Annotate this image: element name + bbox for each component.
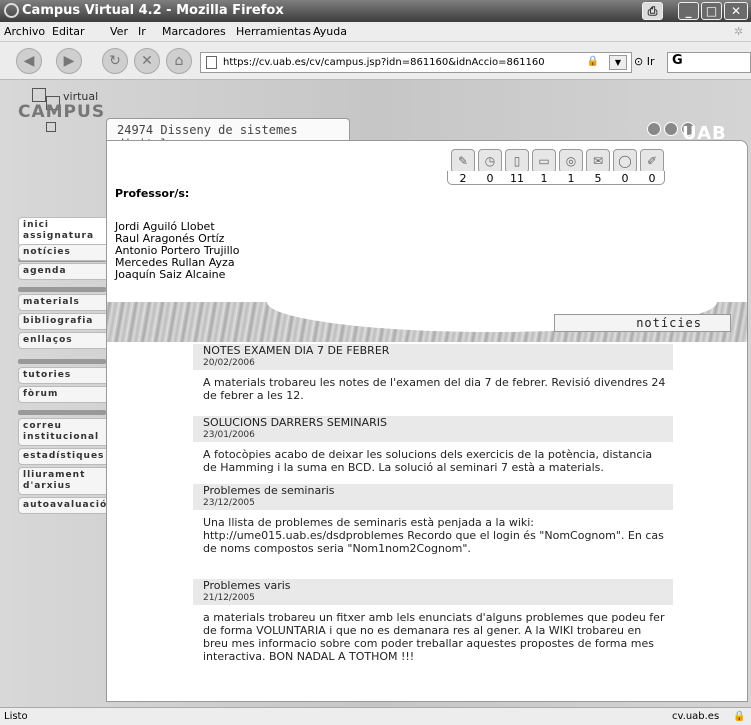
news-title[interactable]: Problemes de seminaris [193,484,673,497]
news-item: NOTES EXAMEN DIA 7 DE FEBRER 20/02/2006 … [193,344,673,405]
sidebar-separator [18,410,106,415]
search-engine-icon: G [672,53,683,68]
folder-icon[interactable]: ▭ [532,149,556,173]
clock-icon[interactable]: ◷ [478,149,502,173]
firefox-icon [4,3,19,18]
menu-marcadores[interactable]: Marcadores [162,25,226,38]
sidebar-item-materials[interactable]: materials [18,294,106,311]
counter-value: 0 [648,172,656,185]
menu-ayuda[interactable]: Ayuda [313,25,347,38]
pencil-icon[interactable]: ✐ [640,149,664,173]
throbber-icon: ✲ [734,25,744,38]
stop-button[interactable]: ✕ [134,48,160,74]
sidebar-item-estadistiques[interactable]: estadístiques [18,448,106,465]
news-date: 20/02/2006 [203,358,255,368]
news-title[interactable]: NOTES EXAMEN DIA 7 DE FEBRER [193,344,673,357]
page-icon[interactable]: ▯ [505,149,529,173]
sidebar-item-noticies[interactable]: notícies [18,244,106,261]
window-title: Campus Virtual 4.2 - Mozilla Firefox [22,3,284,18]
menu-bar: Archivo Editar Ver Ir Marcadores Herrami… [0,22,751,42]
counter-value: 2 [459,172,467,185]
menu-herramientas[interactable]: Herramientas [236,25,311,38]
sidebar-item-forum[interactable]: fòrum [18,386,106,403]
printer-icon[interactable]: ⎙ [642,2,663,20]
main-content: ✎ ◷ ▯ ▭ ◎ ✉ ◯ ✐ 2 0 11 1 1 5 0 0 Profess… [106,140,748,702]
power-icon[interactable] [664,122,678,136]
search-box[interactable]: G [667,52,751,73]
home-button[interactable]: ⌂ [166,48,192,74]
globe-icon[interactable]: ◎ [559,149,583,173]
sidebar-item-correu[interactable]: correu institucional [18,418,106,446]
lock-icon: 🔒 [586,56,599,67]
sidebar-separator [18,359,106,364]
close-button[interactable]: ✕ [724,2,748,20]
minimize-button[interactable]: _ [678,2,699,20]
professors-label: Professor/s: [115,187,190,200]
news-title[interactable]: Problemes varis [193,579,673,592]
status-bar: Listo cv.uab.es 🔒 [0,707,751,725]
go-label: Ir [646,55,655,68]
status-text: Listo [4,711,28,722]
counter-value: 11 [510,172,524,185]
menu-editar[interactable]: Editar [52,25,85,38]
counter-value: 1 [567,172,575,185]
uab-logo: UAB [681,122,727,144]
page-viewport: virtual CAMPUS 24974 Disseny de sistemes… [0,80,751,707]
sidebar-separator [18,287,106,292]
news-banner: notícies [107,302,747,342]
news-date: 21/12/2005 [203,593,255,603]
top-toolbar-icons: UAB [647,122,727,144]
sidebar-item-lliurament[interactable]: lliurament d'arxius [18,467,106,495]
page-icon [206,56,217,69]
reload-button[interactable]: ↻ [102,48,128,74]
menu-ver[interactable]: Ver [110,25,128,38]
menu-archivo[interactable]: Archivo [4,25,45,38]
lock-icon[interactable]: 🔒 [733,711,745,722]
counter-value: 0 [486,172,494,185]
sidebar: inici assignatura notícies agenda materi… [0,80,106,707]
notice-icon[interactable]: ✎ [451,149,475,173]
course-title-tab[interactable]: 24974 Disseny de sistemes digitals [106,118,350,151]
go-button[interactable]: ⊙ Ir [634,55,655,68]
chat-icon[interactable]: ◯ [613,149,637,173]
navigation-toolbar: ◀ ▶ ↻ ✕ ⌂ https://cv.uab.es/cv/campus.js… [0,42,751,80]
news-title[interactable]: SOLUCIONS DARRERS SEMINARIS [193,416,673,429]
home-icon[interactable] [647,122,661,136]
news-item: Problemes varis 21/12/2005 a materials t… [193,579,673,666]
sidebar-item-inici[interactable]: inici assignatura [18,217,106,247]
sidebar-item-bibliografia[interactable]: bibliografia [18,313,106,330]
sidebar-item-agenda[interactable]: agenda [18,263,106,280]
sidebar-item-autoavaluacio[interactable]: autoavaluació [18,497,106,514]
sidebar-item-enllacos[interactable]: enllaços [18,332,106,349]
news-section-label: notícies [554,314,731,332]
window-titlebar: Campus Virtual 4.2 - Mozilla Firefox ⎙ _… [0,0,751,22]
professor-name: Joaquín Saiz Alcaine [115,268,226,281]
status-domain: cv.uab.es [672,711,720,722]
news-body: A fotocòpies acabo de deixar les solucio… [193,441,673,477]
mail-icon[interactable]: ✉ [586,149,610,173]
news-body: a materials trobareu un fitxer amb lels … [193,604,673,666]
maximize-button[interactable]: □ [701,2,722,20]
url-text: https://cv.uab.es/cv/campus.jsp?idn=8611… [223,57,545,68]
counter-value: 5 [594,172,602,185]
news-body: Una llista de problemes de seminaris est… [193,509,673,558]
sidebar-item-tutories[interactable]: tutories [18,367,106,384]
menu-ir[interactable]: Ir [138,25,146,38]
url-dropdown-button[interactable]: ▼ [609,55,627,70]
news-item: SOLUCIONS DARRERS SEMINARIS 23/01/2006 A… [193,416,673,477]
back-button[interactable]: ◀ [16,48,42,74]
news-date: 23/01/2006 [203,430,255,440]
news-body: A materials trobareu les notes de l'exam… [193,369,673,405]
news-date: 23/12/2005 [203,498,255,508]
url-bar[interactable]: https://cv.uab.es/cv/campus.jsp?idn=8611… [200,52,632,73]
counter-value: 1 [540,172,548,185]
forward-button[interactable]: ▶ [56,48,82,74]
activity-counters: ✎ ◷ ▯ ▭ ◎ ✉ ◯ ✐ 2 0 11 1 1 5 0 0 [447,149,665,185]
counter-value: 0 [621,172,629,185]
news-item: Problemes de seminaris 23/12/2005 Una ll… [193,484,673,558]
